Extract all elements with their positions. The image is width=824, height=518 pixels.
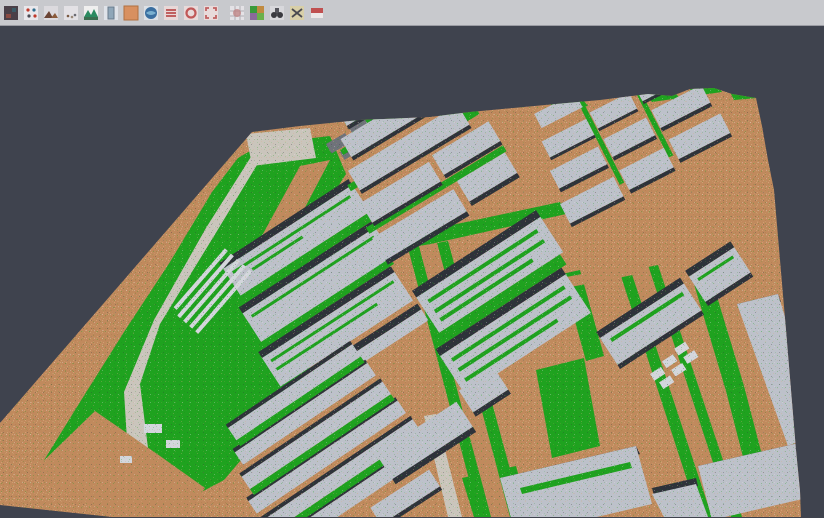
red-circle-glyph [183,5,199,21]
red-list-icon[interactable] [162,4,180,22]
orange-square-glyph [123,5,139,21]
grid-circle-glyph [229,5,245,21]
binoculars-glyph [269,5,285,21]
dark-thumbnail-icon[interactable] [2,4,20,22]
toolbar [0,0,824,26]
dark-thumbnail-glyph [3,5,19,21]
grid-circle-icon[interactable] [228,4,246,22]
scatter-points-icon[interactable] [22,4,40,22]
red-circle-icon[interactable] [182,4,200,22]
measure-cross-glyph [289,5,305,21]
classification-colors-glyph [249,5,265,21]
green-terrain-icon[interactable] [82,4,100,22]
measure-cross-icon[interactable] [288,4,306,22]
brown-mountain-glyph [43,5,59,21]
blue-column-icon[interactable] [102,4,120,22]
application-window [0,0,824,517]
red-list-glyph [163,5,179,21]
orange-square-icon[interactable] [122,4,140,22]
selection-brackets-icon[interactable] [202,4,220,22]
green-terrain-glyph [83,5,99,21]
classification-colors-icon[interactable] [248,4,266,22]
binoculars-icon[interactable] [268,4,286,22]
red-flag-glyph [309,5,325,21]
sparse-points-icon[interactable] [62,4,80,22]
red-flag-icon[interactable] [308,4,326,22]
viewport-3d[interactable] [0,26,824,517]
blue-column-glyph [103,5,119,21]
scatter-points-glyph [23,5,39,21]
point-cloud-render [0,26,824,518]
brown-mountain-icon[interactable] [42,4,60,22]
blue-globe-icon[interactable] [142,4,160,22]
blue-globe-glyph [143,5,159,21]
selection-brackets-glyph [203,5,219,21]
sparse-points-glyph [63,5,79,21]
